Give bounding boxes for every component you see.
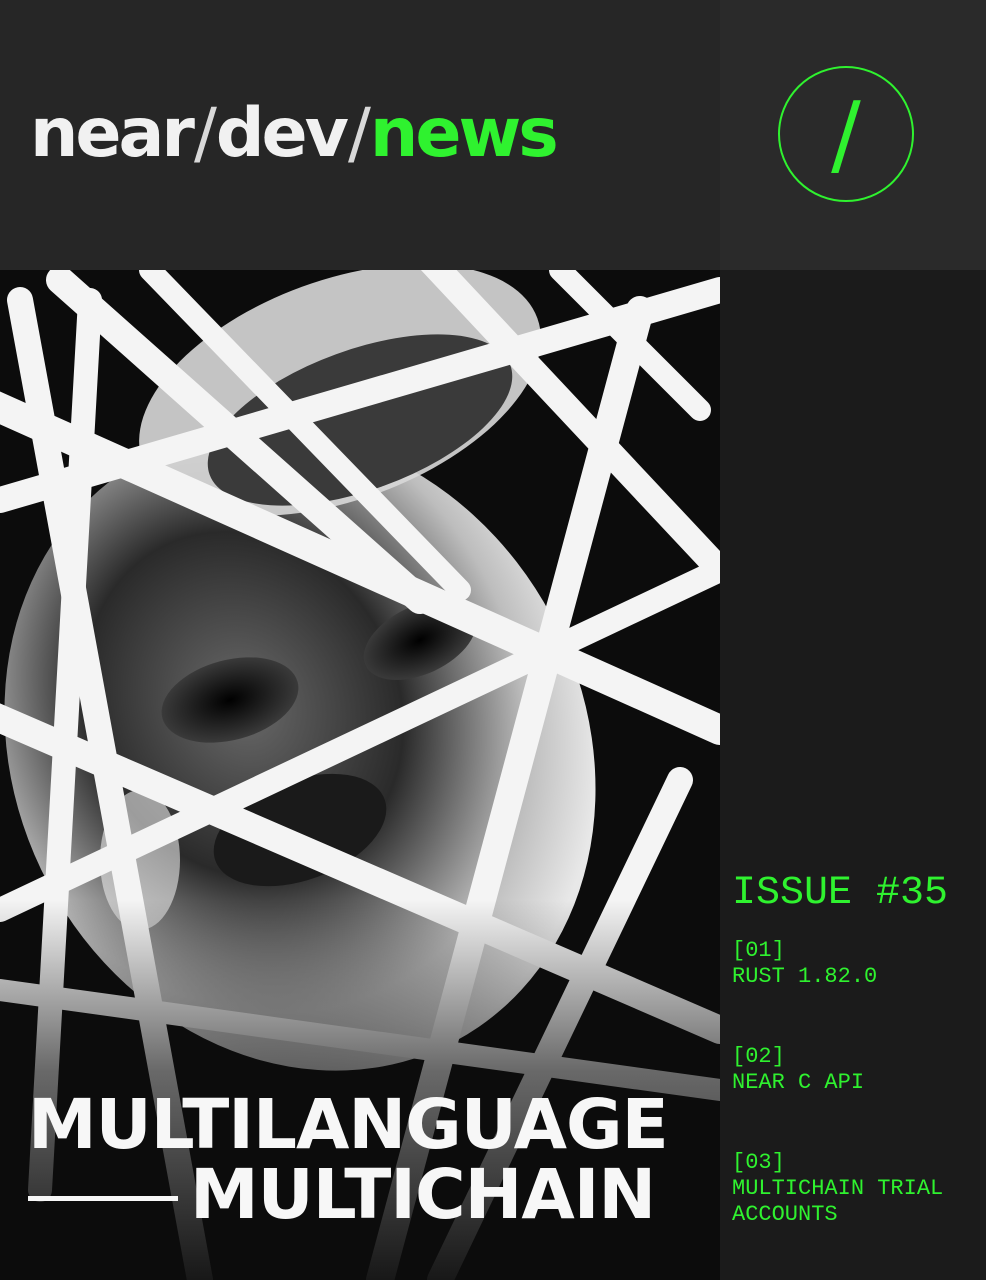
toc-number: [01] bbox=[732, 938, 785, 963]
toc-title: MULTICHAIN TRIAL ACCOUNTS bbox=[732, 1176, 944, 1227]
toc-item[interactable]: [02] NEAR C API bbox=[732, 1044, 982, 1096]
slash-glyph: / bbox=[831, 82, 861, 186]
masthead-slash-1: / bbox=[193, 93, 217, 173]
toc-title: NEAR C API bbox=[732, 1070, 865, 1095]
toc-number: [02] bbox=[732, 1044, 785, 1069]
masthead-near: near bbox=[30, 93, 195, 173]
issue-sidebar: ISSUE #35 [01] RUST 1.82.0 [02] NEAR C A… bbox=[732, 870, 982, 1228]
toc-item[interactable]: [03] MULTICHAIN TRIAL ACCOUNTS bbox=[732, 1150, 982, 1228]
headline-line-2: MULTICHAIN bbox=[190, 1155, 656, 1235]
headline-line-2-row: MULTICHAIN bbox=[28, 1160, 708, 1230]
headline-line-1: MULTILANGUAGE bbox=[28, 1085, 669, 1165]
issue-number: ISSUE #35 bbox=[732, 871, 949, 916]
masthead-dev: dev bbox=[215, 93, 349, 173]
cover-headline: MULTILANGUAGE MULTICHAIN bbox=[28, 1090, 708, 1230]
masthead-news: news bbox=[369, 93, 559, 173]
toc-number: [03] bbox=[732, 1150, 785, 1175]
masthead-slash-2: / bbox=[348, 93, 371, 173]
header-bar: near / dev / news bbox=[0, 0, 720, 270]
toc-item[interactable]: [01] RUST 1.82.0 bbox=[732, 938, 982, 990]
headline-dash bbox=[28, 1195, 178, 1201]
masthead-logo: near / dev / news bbox=[30, 88, 559, 178]
toc-title: RUST 1.82.0 bbox=[732, 964, 878, 989]
slash-circle-icon: / bbox=[778, 66, 914, 202]
